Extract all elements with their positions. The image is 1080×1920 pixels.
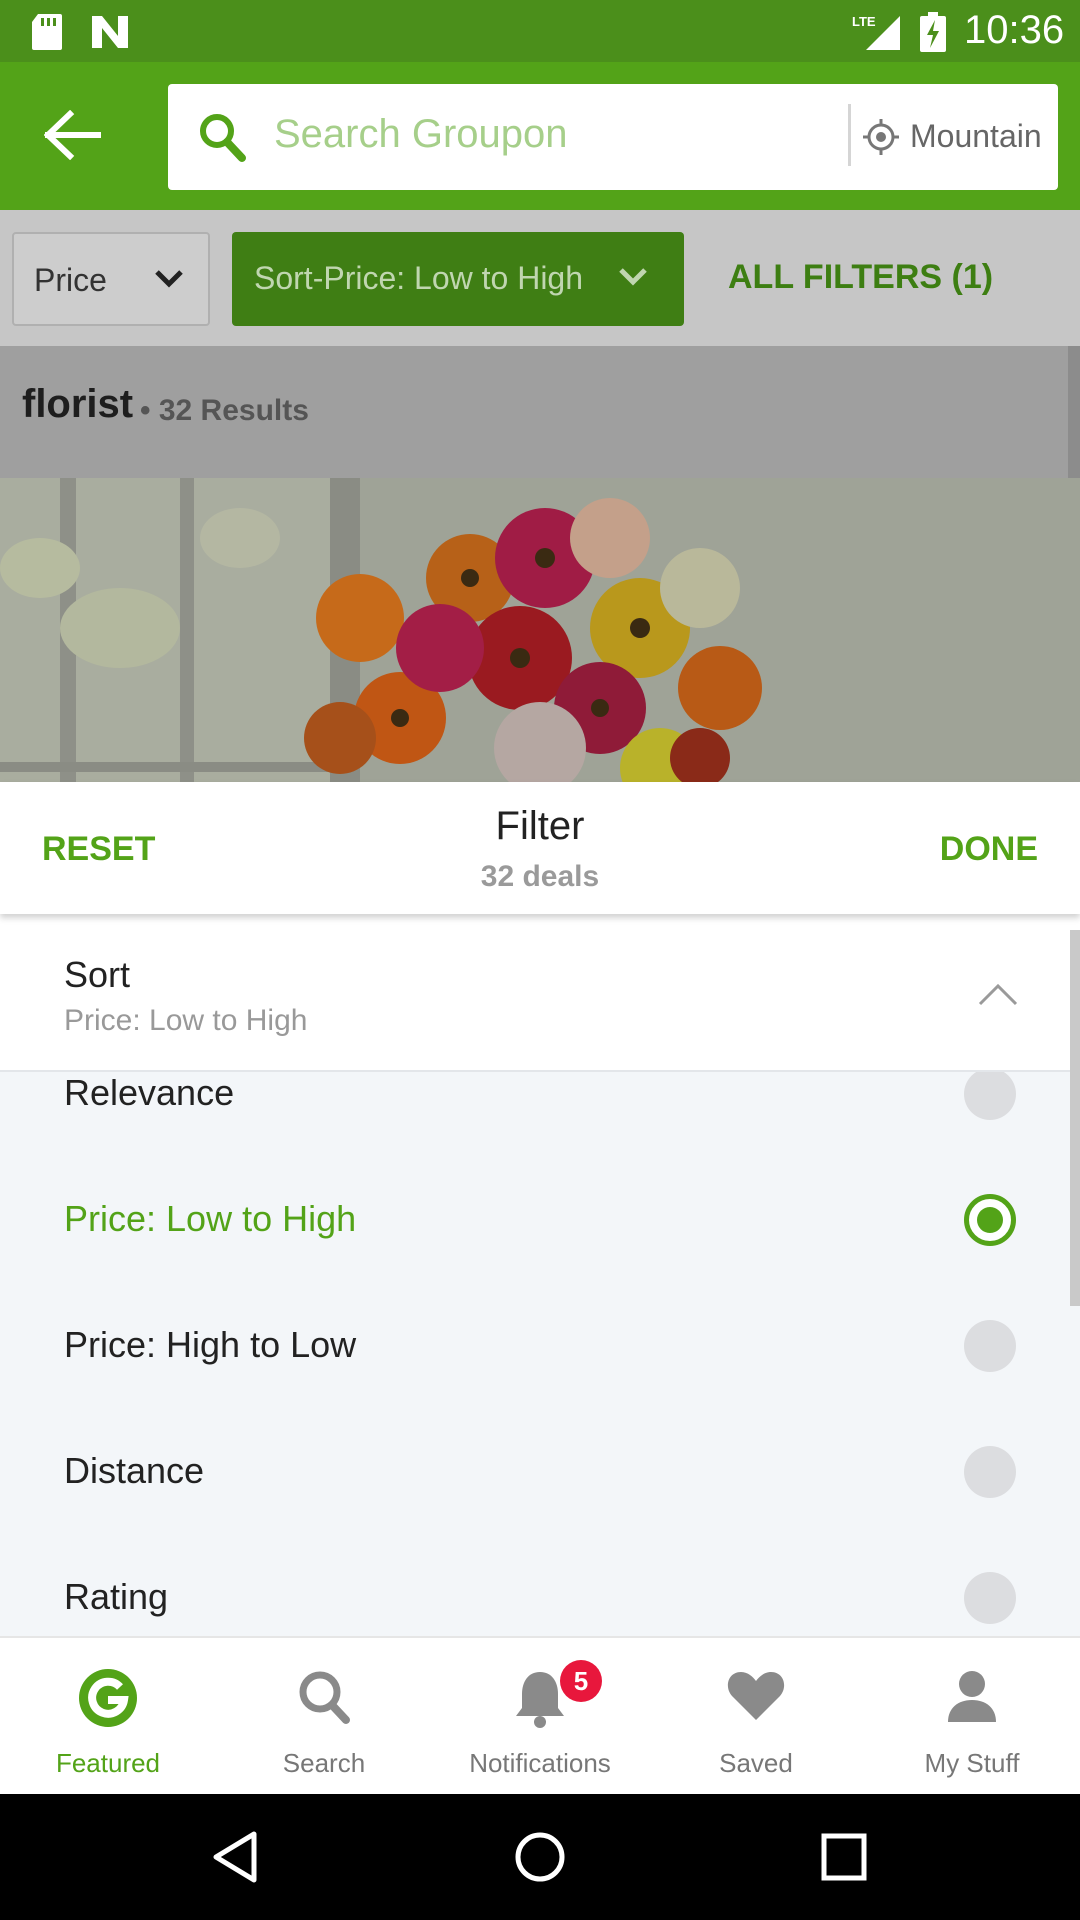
recents-square-icon[interactable] [820, 1830, 868, 1884]
chevron-up-icon[interactable] [978, 982, 1018, 1006]
sort-section-header[interactable]: Sort Price: Low to High [0, 914, 1080, 1072]
battery-charging-icon [920, 12, 946, 52]
lte-signal-icon: LTE [852, 14, 900, 50]
nav-my-stuff[interactable]: My Stuff [864, 1638, 1080, 1796]
deal-image[interactable] [0, 478, 1080, 782]
back-triangle-icon[interactable] [210, 1830, 260, 1884]
radio-button[interactable] [964, 1320, 1016, 1372]
nav-label: Saved [719, 1748, 793, 1778]
option-label: Relevance [64, 1072, 235, 1113]
price-filter-label: Price [34, 262, 107, 298]
filter-sheet-header: RESET Filter 32 deals DONE [0, 782, 1080, 914]
filter-bar: Price Sort-Price: Low to High ALL FILTER… [0, 210, 1080, 346]
sort-filter-label: Sort-Price: Low to High [254, 260, 584, 296]
sheet-scrollbar[interactable] [1070, 930, 1080, 1306]
nav-label: Featured [55, 1748, 161, 1778]
nav-saved[interactable]: Saved [648, 1638, 864, 1796]
price-filter-button[interactable]: Price [12, 232, 210, 326]
status-bar: LTE 10:36 [0, 0, 1080, 62]
nav-label: Search [282, 1748, 366, 1778]
sort-option-distance[interactable]: Distance [0, 1410, 1080, 1536]
heart-icon [727, 1672, 785, 1720]
results-header: florist • 32 Results [0, 346, 1080, 478]
sort-option-price-high-low[interactable]: Price: High to Low [0, 1284, 1080, 1410]
done-button[interactable]: DONE [940, 830, 1038, 869]
flower-bouquet-image [0, 478, 1080, 782]
app-header: Search Groupon Mountain View [0, 62, 1080, 210]
system-navigation-bar [0, 1794, 1080, 1920]
sort-section-title: Sort [64, 954, 131, 995]
search-input[interactable]: Search Groupon [274, 112, 568, 157]
svg-text:LTE: LTE [852, 14, 876, 29]
location-field[interactable]: Mountain View [910, 118, 1048, 155]
nav-notifications[interactable]: 5 Notifications [432, 1638, 648, 1796]
home-circle-icon[interactable] [514, 1830, 566, 1884]
search-query: florist [22, 382, 134, 426]
search-bar[interactable]: Search Groupon Mountain View [168, 84, 1058, 190]
nav-search[interactable]: Search [216, 1638, 432, 1796]
search-icon [299, 1671, 350, 1724]
sort-filter-button[interactable]: Sort-Price: Low to High [232, 232, 684, 326]
nav-featured[interactable]: Featured [0, 1638, 216, 1796]
radio-button-selected[interactable] [964, 1194, 1016, 1246]
sort-options-list: Relevance Price: Low to High Price: High… [0, 1072, 1080, 1636]
sort-section-value: Price: Low to High [64, 1004, 308, 1037]
option-label: Price: Low to High [64, 1198, 357, 1239]
back-arrow-icon[interactable] [44, 110, 104, 160]
search-divider [848, 104, 851, 166]
nav-label: Notifications [469, 1748, 611, 1778]
chevron-down-icon [619, 268, 647, 286]
nav-label: My Stuff [924, 1748, 1020, 1778]
notification-n-icon [92, 16, 128, 48]
results-count: • 32 Results [140, 394, 309, 427]
radio-button[interactable] [964, 1446, 1016, 1498]
sheet-title: Filter [495, 804, 585, 848]
sd-card-icon [32, 14, 62, 50]
deals-count: 32 deals [480, 860, 600, 893]
sort-option-price-low-high[interactable]: Price: Low to High [0, 1158, 1080, 1284]
sort-option-rating[interactable]: Rating [0, 1536, 1080, 1636]
sort-option-relevance[interactable]: Relevance [0, 1072, 1080, 1158]
notification-badge: 5 [560, 1660, 602, 1702]
groupon-g-icon [79, 1669, 137, 1727]
location-target-icon[interactable] [862, 118, 900, 156]
option-label: Rating [64, 1576, 169, 1617]
clock: 10:36 [964, 8, 1065, 52]
chevron-down-icon [155, 270, 183, 288]
person-icon [948, 1671, 996, 1722]
option-label: Price: High to Low [64, 1324, 357, 1365]
option-label: Distance [64, 1450, 205, 1491]
bottom-navigation: Featured Search 5 Notifications Saved My… [0, 1636, 1080, 1794]
all-filters-button[interactable]: ALL FILTERS (1) [728, 258, 993, 297]
radio-button[interactable] [964, 1072, 1016, 1120]
search-icon [200, 114, 246, 162]
radio-button[interactable] [964, 1572, 1016, 1624]
